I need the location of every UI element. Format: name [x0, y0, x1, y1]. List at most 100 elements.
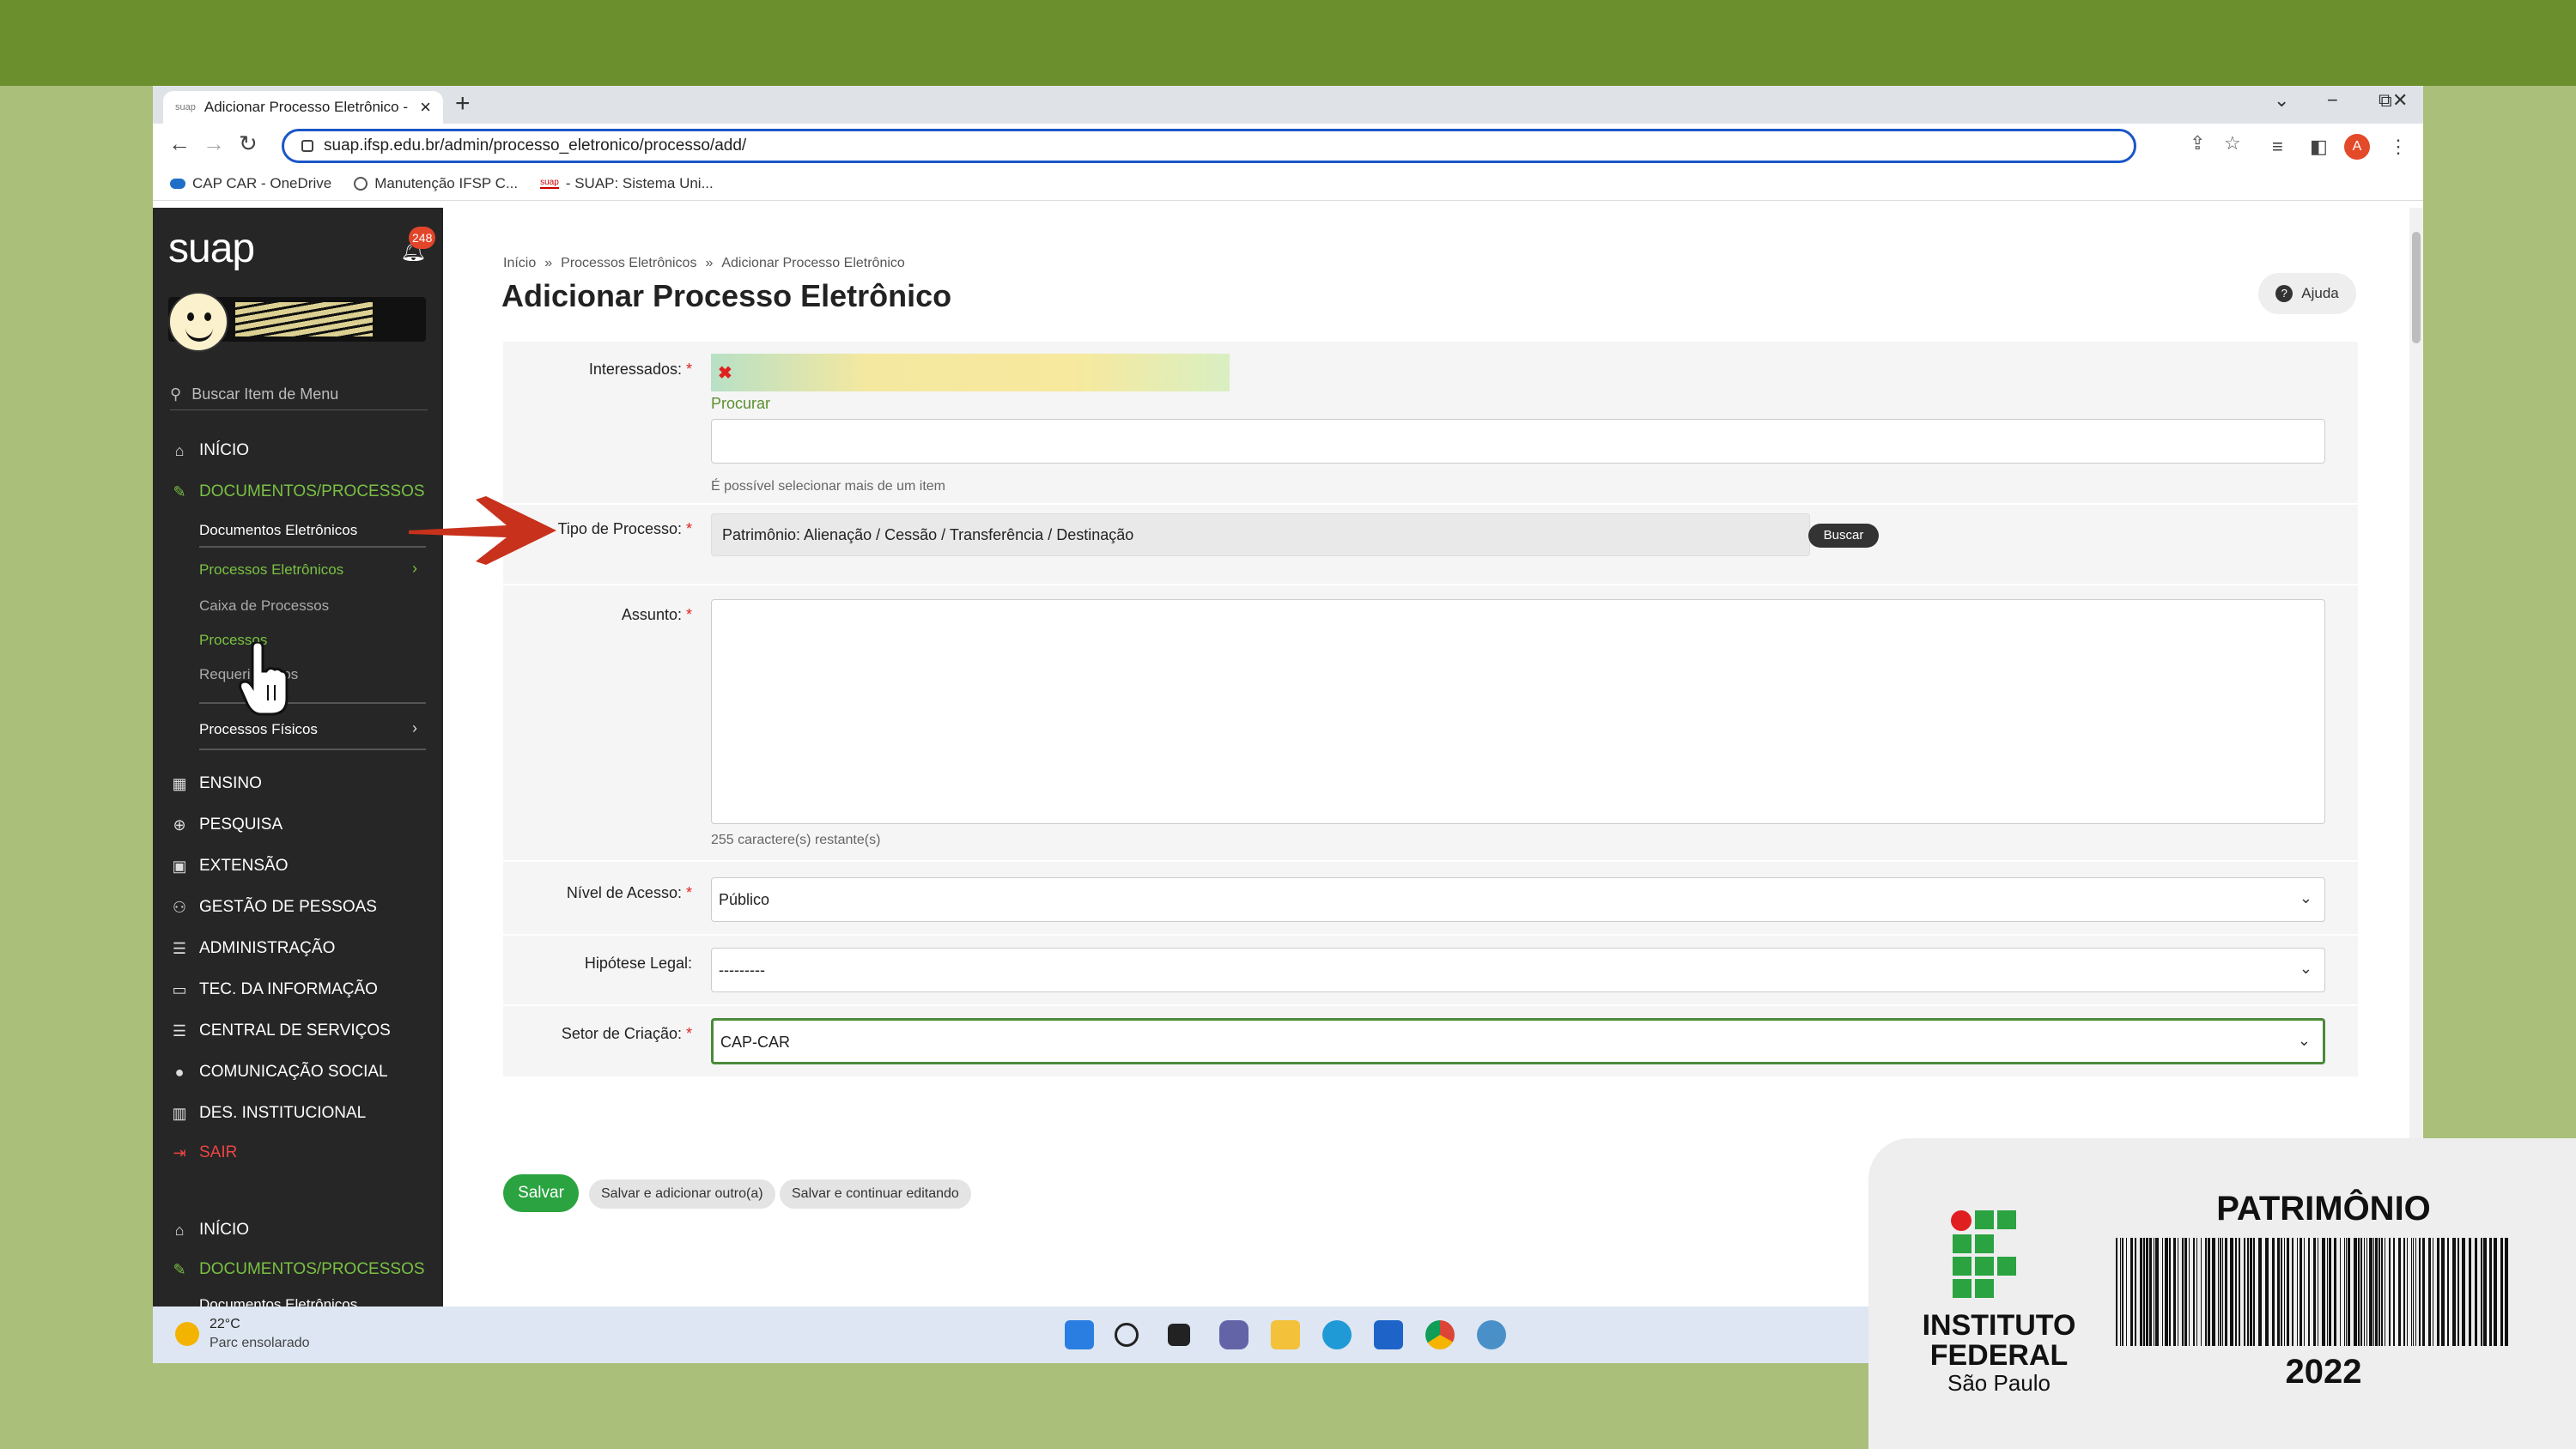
chrome-icon[interactable]	[1425, 1320, 1455, 1349]
submenu-documentos-eletronicos[interactable]: Documentos Eletrônicos	[199, 522, 357, 539]
procurar-link[interactable]: Procurar	[711, 395, 770, 413]
menu-pesquisa[interactable]: ⊕ PESQUISA	[170, 815, 283, 834]
menu-sair[interactable]: ⇥ SAIR	[170, 1143, 237, 1162]
bookmark-star-icon[interactable]: ☆	[2224, 132, 2241, 155]
more-menu-icon[interactable]: ⋮	[2389, 136, 2408, 158]
minimize-icon[interactable]: −	[2327, 89, 2338, 112]
search-icon[interactable]	[1115, 1323, 1139, 1347]
select-value: CAP-CAR	[720, 1034, 791, 1051]
bookmark-item[interactable]: CAP CAR - OneDrive	[170, 175, 331, 192]
new-tab-button[interactable]: +	[455, 89, 471, 118]
suap-icon: suap	[540, 178, 559, 189]
tab-title: Adicionar Processo Eletrônico - S	[204, 99, 412, 115]
task-view-icon[interactable]	[1168, 1324, 1190, 1346]
submenu-processos-fisicos[interactable]: Processos Físicos	[199, 721, 318, 738]
side-panel-icon[interactable]: ◧	[2310, 136, 2328, 158]
file-explorer-icon[interactable]	[1271, 1320, 1300, 1349]
menu-inicio-2[interactable]: ⌂ INÍCIO	[170, 1221, 250, 1240]
restore-icon[interactable]: ⧉	[2379, 89, 2392, 112]
help-button[interactable]: ? Ajuda	[2258, 273, 2356, 314]
field-label: Assunto: *	[621, 606, 692, 623]
users-icon: ⚇	[172, 898, 187, 916]
assunto-textarea[interactable]	[711, 599, 2325, 824]
hand-cursor-icon	[239, 642, 289, 716]
remove-icon[interactable]: ✖	[718, 362, 732, 384]
weather-temperature[interactable]: 22°C	[210, 1317, 240, 1332]
menu-des-institucional[interactable]: ▥ DES. INSTITUCIONAL	[170, 1104, 366, 1123]
chevron-down-icon: ⌄	[2299, 889, 2312, 906]
field-label: Hipótese Legal:	[584, 955, 692, 972]
menu-label: GESTÃO DE PESSOAS	[199, 898, 377, 916]
active-tab[interactable]: suap Adicionar Processo Eletrônico - S ×	[163, 91, 443, 124]
breadcrumb-item[interactable]: Processos Eletrônicos	[561, 256, 696, 271]
chevron-down-icon: ⌄	[2297, 1032, 2311, 1049]
chevron-right-icon[interactable]: ›	[412, 719, 417, 737]
menu-inicio[interactable]: ⌂ INÍCIO	[170, 441, 250, 460]
save-and-continue-button[interactable]: Salvar e continuar editando	[780, 1179, 971, 1209]
share-icon[interactable]: ⇪	[2190, 132, 2205, 155]
annotation-arrow-icon	[409, 496, 556, 565]
tab-strip: suap Adicionar Processo Eletrônico - S ×…	[153, 86, 2423, 124]
bookmark-label: Manutenção IFSP C...	[374, 174, 519, 191]
menu-central-servicos[interactable]: ☰ CENTRAL DE SERVIÇOS	[170, 1022, 391, 1040]
scrollbar-thumb[interactable]	[2412, 232, 2421, 343]
institute-name-2: FEDERAL	[1929, 1339, 2069, 1372]
menu-gestao-pessoas[interactable]: ⚇ GESTÃO DE PESSOAS	[170, 898, 377, 917]
field-label: Setor de Criação: *	[561, 1025, 692, 1042]
buscar-button[interactable]: Buscar	[1808, 524, 1879, 548]
back-icon[interactable]: ←	[168, 130, 191, 157]
menu-documentos-processos-2[interactable]: ✎ DOCUMENTOS/PROCESSOS	[170, 1260, 424, 1279]
card-title: PATRIMÔNIO	[2216, 1190, 2431, 1228]
menu-label: EXTENSÃO	[199, 857, 289, 875]
bookmark-item[interactable]: suap - SUAP: Sistema Uni...	[540, 175, 714, 192]
menu-label: INÍCIO	[199, 441, 250, 459]
breadcrumb-separator: »	[544, 256, 553, 270]
edge-icon[interactable]	[1322, 1320, 1352, 1349]
app-globe-icon[interactable]	[1477, 1320, 1506, 1349]
menu-extensao[interactable]: ▣ EXTENSÃO	[170, 857, 288, 876]
page-title: Adicionar Processo Eletrônico	[501, 278, 952, 313]
user-avatar[interactable]	[168, 292, 228, 352]
store-icon[interactable]	[1374, 1320, 1403, 1349]
globe-icon	[354, 176, 368, 191]
start-icon[interactable]	[1065, 1320, 1094, 1349]
redacted-username	[235, 302, 373, 336]
submenu-caixa-processos[interactable]: Caixa de Processos	[199, 597, 329, 615]
hipotese-legal-select[interactable]: --------- ⌄	[711, 948, 2325, 992]
notification-badge[interactable]: 248	[409, 227, 436, 249]
address-bar[interactable]: suap.ifsp.edu.br/admin/processo_eletroni…	[282, 129, 2136, 163]
menu-documentos-processos[interactable]: ✎ DOCUMENTOS/PROCESSOS	[170, 482, 424, 501]
weather-description[interactable]: Parc ensolarado	[210, 1336, 310, 1351]
reading-list-icon[interactable]: ≡	[2272, 136, 2283, 158]
close-tab-icon[interactable]: ×	[420, 96, 431, 118]
setor-criacao-select[interactable]: CAP-CAR ⌄	[711, 1018, 2325, 1064]
menu-administracao[interactable]: ☰ ADMINISTRAÇÃO	[170, 939, 335, 958]
weather-sun-icon[interactable]	[175, 1322, 199, 1346]
menu-comunicacao-social[interactable]: ● COMUNICAÇÃO SOCIAL	[170, 1063, 388, 1082]
save-button[interactable]: Salvar	[503, 1174, 579, 1212]
menu-tec-informacao[interactable]: ▭ TEC. DA INFORMAÇÃO	[170, 980, 377, 999]
selected-interessado-chip[interactable]: ✖	[711, 354, 1230, 391]
bookmark-item[interactable]: Manutenção IFSP C...	[354, 175, 518, 192]
submenu-documentos-eletronicos-2[interactable]: Documentos Eletrônicos	[199, 1296, 357, 1307]
save-and-add-button[interactable]: Salvar e adicionar outro(a)	[589, 1179, 775, 1209]
menu-ensino[interactable]: ▦ ENSINO	[170, 774, 261, 793]
menu-search[interactable]: ⚲ Buscar Item de Menu	[170, 379, 428, 410]
url-text: suap.ifsp.edu.br/admin/processo_eletroni…	[324, 136, 747, 155]
profile-avatar[interactable]: A	[2344, 134, 2370, 160]
interessados-search-input[interactable]	[711, 419, 2325, 464]
breadcrumb-item[interactable]: Início	[503, 256, 536, 271]
lock-icon	[301, 140, 313, 152]
reload-icon[interactable]: ↻	[239, 130, 258, 157]
onedrive-icon	[170, 178, 185, 189]
chat-icon[interactable]	[1219, 1320, 1249, 1349]
tab-search-icon[interactable]: ⌄	[2274, 89, 2289, 112]
tipo-processo-field[interactable]: Patrimônio: Alienação / Cessão / Transfe…	[711, 513, 1810, 556]
edit-icon: ✎	[173, 1260, 186, 1278]
submenu-processos-eletronicos[interactable]: Processos Eletrônicos	[199, 561, 343, 579]
row-divider	[503, 1004, 2358, 1006]
forward-icon[interactable]: →	[203, 130, 225, 157]
suap-logo[interactable]: suap	[168, 225, 255, 272]
nivel-acesso-select[interactable]: Público ⌄	[711, 877, 2325, 922]
close-window-x-icon[interactable]: ✕	[2392, 89, 2408, 112]
